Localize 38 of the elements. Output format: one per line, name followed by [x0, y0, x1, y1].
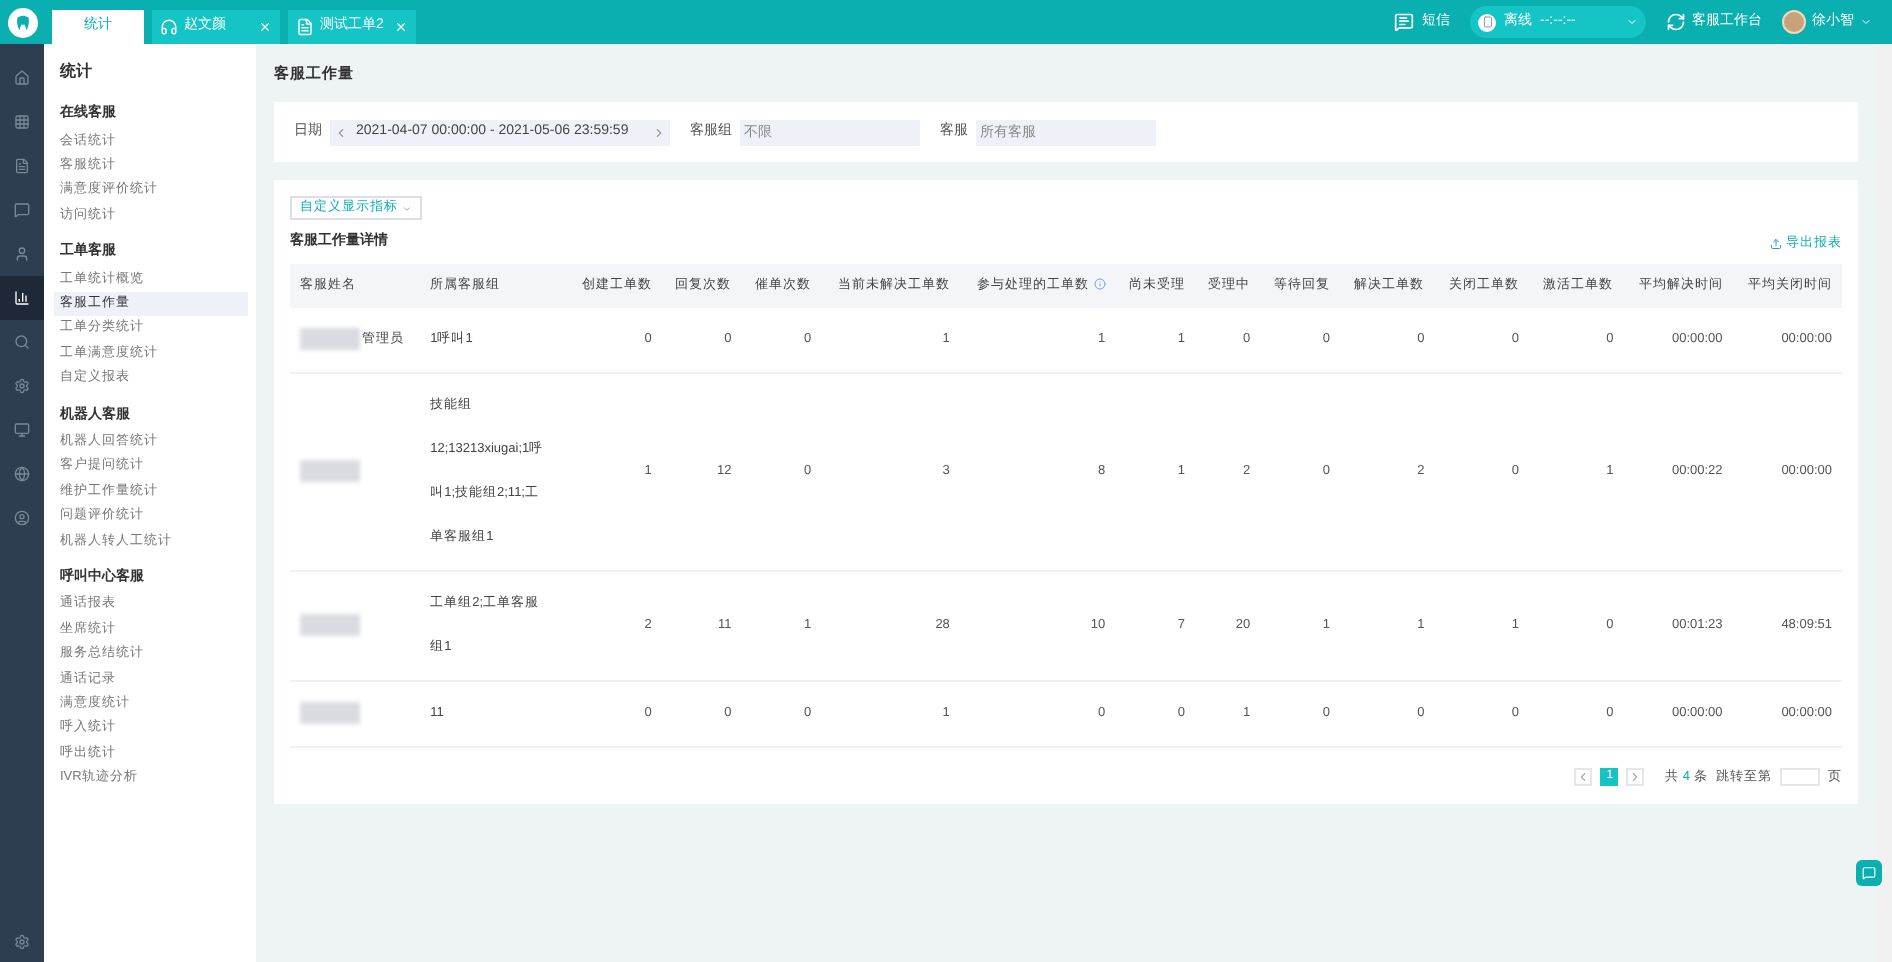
chat-float-button[interactable] — [1856, 860, 1882, 886]
settings-icon[interactable] — [14, 934, 30, 950]
chevron-right-icon[interactable] — [652, 125, 666, 140]
globe-icon[interactable] — [14, 466, 30, 482]
close-icon[interactable] — [394, 20, 408, 34]
blurred-name — [300, 328, 360, 351]
chat-icon — [1862, 866, 1876, 880]
settings-icon[interactable] — [14, 378, 30, 394]
blurred-name — [300, 460, 360, 483]
menu-title: 统计 — [60, 60, 94, 84]
user-icon[interactable] — [14, 246, 30, 262]
headset-icon — [160, 18, 178, 36]
avatar[interactable] — [1782, 10, 1806, 34]
blurred-name — [300, 614, 360, 637]
document-icon[interactable] — [14, 158, 30, 174]
phone-icon — [1481, 16, 1493, 28]
close-icon[interactable] — [258, 20, 272, 34]
page-input[interactable] — [1780, 768, 1820, 787]
grid-icon[interactable] — [14, 114, 30, 130]
bar-chart-icon[interactable] — [14, 290, 30, 306]
info-icon[interactable] — [1093, 278, 1106, 291]
chevron-left-icon[interactable] — [334, 125, 348, 140]
previous-page-button[interactable] — [1574, 768, 1593, 787]
tooth-logo-icon — [7, 7, 37, 37]
caret-icon — [402, 203, 412, 214]
message-icon[interactable] — [1394, 12, 1414, 32]
caret-icon — [1860, 16, 1872, 28]
person-icon[interactable] — [14, 510, 30, 526]
refresh-icon[interactable] — [1666, 12, 1686, 32]
next-page-button[interactable] — [1626, 768, 1645, 787]
chat-icon[interactable] — [14, 202, 30, 218]
monitor-icon[interactable] — [14, 422, 30, 438]
search-icon[interactable] — [14, 334, 30, 350]
export-icon[interactable] — [1770, 237, 1782, 249]
document-icon — [296, 18, 314, 36]
caret-icon — [1626, 16, 1638, 28]
blurred-name — [300, 702, 360, 725]
home-icon[interactable] — [14, 70, 30, 86]
